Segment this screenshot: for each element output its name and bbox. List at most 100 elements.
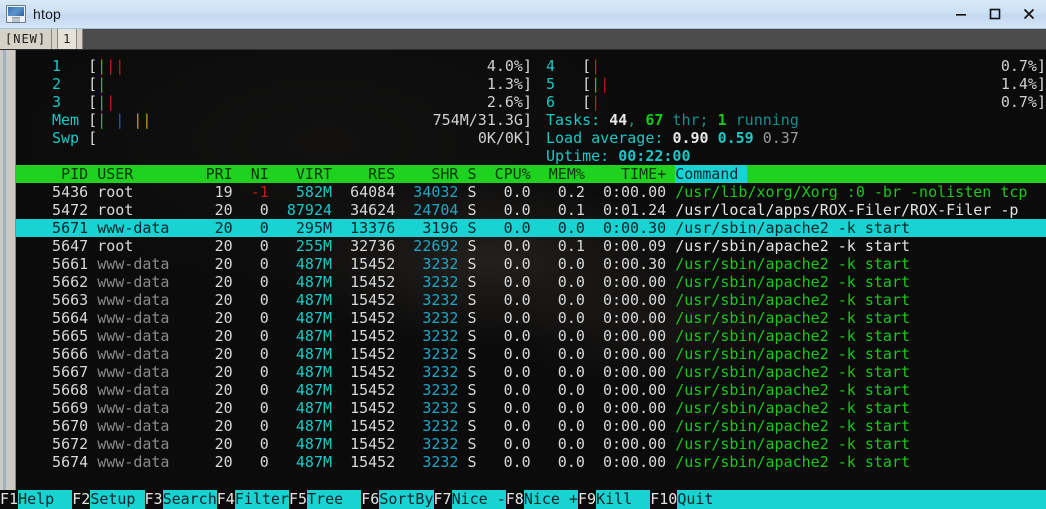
cell-command: /usr/sbin/apache2 -k start bbox=[675, 453, 911, 471]
cell-res: 15452 bbox=[341, 363, 396, 381]
process-row[interactable]: 5661 www-data 20 0 487M 15452 3232 S 0.0… bbox=[16, 255, 1046, 273]
cell-cpu-percent: 0.0 bbox=[485, 237, 531, 255]
cell-command: /usr/lib/xorg/Xorg :0 -br -nolisten tcp bbox=[675, 183, 1028, 201]
fn-key-f4[interactable]: F4 bbox=[216, 490, 235, 509]
cell-command: /usr/sbin/apache2 -k start bbox=[675, 363, 911, 381]
maximize-button[interactable] bbox=[978, 0, 1012, 28]
cell-state: S bbox=[467, 417, 477, 435]
process-row[interactable]: 5669 www-data 20 0 487M 15452 3232 S 0.0… bbox=[16, 399, 1046, 417]
process-row[interactable]: 5666 www-data 20 0 487M 15452 3232 S 0.0… bbox=[16, 345, 1046, 363]
cell-pri: 20 bbox=[196, 291, 233, 309]
cell-pri: 20 bbox=[196, 309, 233, 327]
meter-value: 1.4% bbox=[1000, 75, 1037, 93]
meter-value: 4.0% bbox=[486, 57, 523, 75]
minimize-button[interactable] bbox=[944, 0, 978, 28]
fn-label-setup[interactable]: Setup bbox=[90, 490, 145, 509]
fn-key-f7[interactable]: F7 bbox=[433, 490, 452, 509]
cell-pid: 5668 bbox=[34, 381, 89, 399]
process-row[interactable]: 5668 www-data 20 0 487M 15452 3232 S 0.0… bbox=[16, 381, 1046, 399]
meter-label: 4 bbox=[546, 57, 583, 75]
process-row[interactable]: 5671 www-data 20 0 295M 13376 3196 S 0.0… bbox=[16, 219, 1046, 237]
process-table-header[interactable]: PID USER PRI NI VIRT RES SHR S CPU% MEM%… bbox=[16, 165, 1046, 183]
meter-bracket-open: [ bbox=[88, 93, 98, 111]
cell-user: www-data bbox=[97, 219, 188, 237]
cell-mem-percent: 0.1 bbox=[539, 237, 585, 255]
fn-key-f9[interactable]: F9 bbox=[578, 490, 597, 509]
fn-key-f3[interactable]: F3 bbox=[144, 490, 163, 509]
cell-command: /usr/sbin/apache2 -k start bbox=[675, 255, 911, 273]
cell-shr: 24704 bbox=[404, 201, 459, 219]
cell-pri: 20 bbox=[196, 345, 233, 363]
fn-label-kill[interactable]: Kill bbox=[596, 490, 651, 509]
cell-pri: 20 bbox=[196, 453, 233, 471]
window-titlebar: htop bbox=[0, 0, 1046, 29]
column-header-command[interactable]: Command bbox=[675, 165, 748, 183]
fn-label-nice[interactable]: Nice - bbox=[451, 490, 506, 509]
uptime-label: Uptime: bbox=[546, 147, 619, 165]
meter-bars: || bbox=[591, 75, 610, 93]
fn-bar-filler bbox=[731, 490, 1046, 509]
cell-command: /usr/sbin/apache2 -k start bbox=[675, 345, 911, 363]
cell-res: 15452 bbox=[341, 399, 396, 417]
cell-shr: 3196 bbox=[404, 219, 459, 237]
fn-label-tree[interactable]: Tree bbox=[307, 490, 362, 509]
load-average-5min: 0.59 bbox=[717, 129, 754, 147]
close-button[interactable] bbox=[1012, 0, 1046, 28]
meter-bars: || bbox=[97, 93, 116, 111]
cell-state: S bbox=[467, 255, 477, 273]
uptime-value: 00:22:00 bbox=[618, 147, 691, 165]
cell-cpu-percent: 0.0 bbox=[485, 381, 531, 399]
cell-ni: 0 bbox=[241, 435, 269, 453]
tasks-count: 44 bbox=[609, 111, 628, 129]
cell-cpu-percent: 0.0 bbox=[485, 345, 531, 363]
process-row[interactable]: 5662 www-data 20 0 487M 15452 3232 S 0.0… bbox=[16, 273, 1046, 291]
cell-cpu-percent: 0.0 bbox=[485, 183, 531, 201]
tab-1[interactable]: 1 bbox=[58, 29, 78, 49]
fn-label-nice[interactable]: Nice + bbox=[523, 490, 578, 509]
cell-state: S bbox=[467, 453, 477, 471]
process-row[interactable]: 5667 www-data 20 0 487M 15452 3232 S 0.0… bbox=[16, 363, 1046, 381]
fn-label-filter[interactable]: Filter bbox=[234, 490, 289, 509]
process-row[interactable]: 5472 root 20 0 87924 34624 24704 S 0.0 0… bbox=[16, 201, 1046, 219]
cell-user: www-data bbox=[97, 363, 188, 381]
fn-key-f10[interactable]: F10 bbox=[650, 490, 678, 509]
meter-6: 6 [| 0.7%] bbox=[546, 93, 1046, 111]
fn-key-f1[interactable]: F1 bbox=[0, 490, 19, 509]
cell-shr: 3232 bbox=[404, 435, 459, 453]
tasks-separator: , bbox=[627, 111, 646, 129]
cell-pri: 20 bbox=[196, 327, 233, 345]
cell-user: www-data bbox=[97, 399, 188, 417]
fn-label-help[interactable]: Help bbox=[18, 490, 73, 509]
process-row[interactable]: 5663 www-data 20 0 487M 15452 3232 S 0.0… bbox=[16, 291, 1046, 309]
process-row[interactable]: 5665 www-data 20 0 487M 15452 3232 S 0.0… bbox=[16, 327, 1046, 345]
fn-key-f2[interactable]: F2 bbox=[72, 490, 91, 509]
cell-mem-percent: 0.2 bbox=[539, 183, 585, 201]
cell-mem-percent: 0.0 bbox=[539, 381, 585, 399]
fn-label-search[interactable]: Search bbox=[162, 490, 217, 509]
cell-res: 15452 bbox=[341, 381, 396, 399]
process-row[interactable]: 5670 www-data 20 0 487M 15452 3232 S 0.0… bbox=[16, 417, 1046, 435]
meter-mem: Mem [| | || 754M/31.3G] bbox=[52, 111, 532, 129]
fn-label-sortby[interactable]: SortBy bbox=[379, 490, 434, 509]
process-row[interactable]: 5672 www-data 20 0 487M 15452 3232 S 0.0… bbox=[16, 435, 1046, 453]
process-row[interactable]: 5436 root 19 -1 582M 64084 34032 S 0.0 0… bbox=[16, 183, 1046, 201]
cell-ni: 0 bbox=[241, 453, 269, 471]
process-row[interactable]: 5647 root 20 0 255M 32736 22692 S 0.0 0.… bbox=[16, 237, 1046, 255]
meter-label: 3 bbox=[52, 93, 89, 111]
cell-shr: 22692 bbox=[404, 237, 459, 255]
terminal-scrollbar[interactable] bbox=[0, 50, 16, 509]
new-tab-button[interactable]: [NEW] bbox=[0, 29, 53, 49]
cell-pri: 20 bbox=[196, 381, 233, 399]
cell-time: 0:00.00 bbox=[593, 417, 667, 435]
cell-pri: 20 bbox=[196, 255, 233, 273]
cell-shr: 3232 bbox=[404, 291, 459, 309]
fn-key-f8[interactable]: F8 bbox=[505, 490, 524, 509]
process-row[interactable]: 5664 www-data 20 0 487M 15452 3232 S 0.0… bbox=[16, 309, 1046, 327]
fn-label-quit[interactable]: Quit bbox=[677, 490, 732, 509]
fn-key-f6[interactable]: F6 bbox=[361, 490, 380, 509]
meter-bracket-open: [ bbox=[582, 93, 592, 111]
cell-command: /usr/sbin/apache2 -k start bbox=[675, 237, 911, 255]
cell-user: www-data bbox=[97, 345, 188, 363]
fn-key-f5[interactable]: F5 bbox=[289, 490, 308, 509]
process-row[interactable]: 5674 www-data 20 0 487M 15452 3232 S 0.0… bbox=[16, 453, 1046, 471]
